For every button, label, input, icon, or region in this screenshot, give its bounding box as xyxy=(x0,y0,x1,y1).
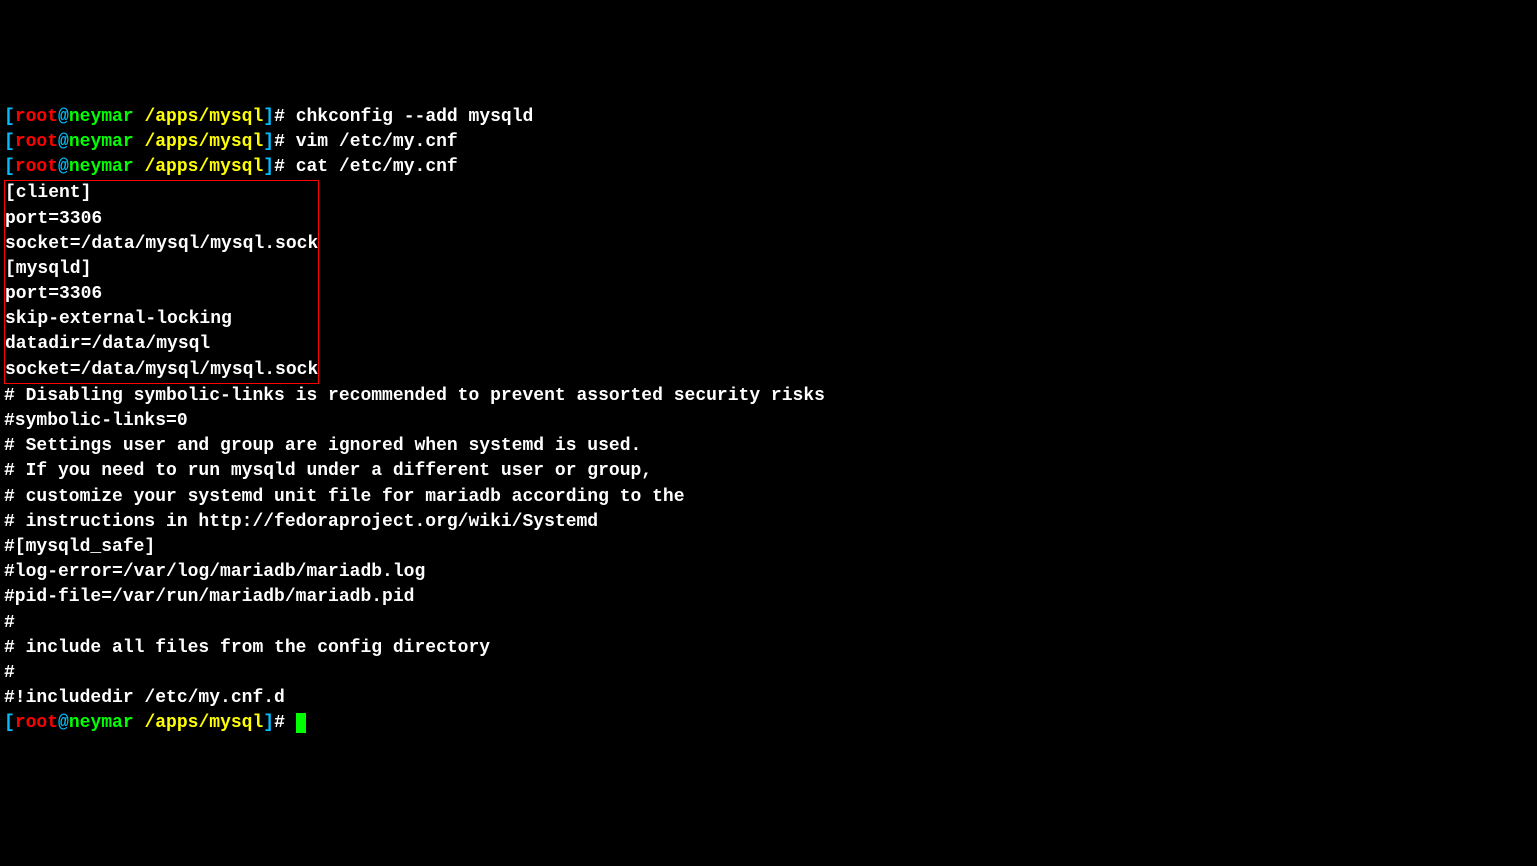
prompt-bracket-close: ] xyxy=(263,132,274,152)
prompt-hash: # xyxy=(274,157,296,177)
prompt-line-1: [root@neymar /apps/mysql]# chkconfig --a… xyxy=(4,105,1533,130)
terminal-window[interactable]: [root@neymar /apps/mysql]# chkconfig --a… xyxy=(4,105,1533,737)
output-line: #symbolic-links=0 xyxy=(4,409,1533,434)
output-line: # include all files from the config dire… xyxy=(4,636,1533,661)
prompt-path: /apps/mysql xyxy=(134,713,264,733)
prompt-bracket-open: [ xyxy=(4,713,15,733)
prompt-line-3: [root@neymar /apps/mysql]# cat /etc/my.c… xyxy=(4,155,1533,180)
command-3: cat /etc/my.cnf xyxy=(296,157,458,177)
config-line: [client] xyxy=(5,181,318,206)
prompt-hash: # xyxy=(274,713,296,733)
cursor-icon xyxy=(296,713,306,733)
prompt-bracket-close: ] xyxy=(263,713,274,733)
prompt-host: neymar xyxy=(69,713,134,733)
prompt-hash: # xyxy=(274,107,296,127)
command-1: chkconfig --add mysqld xyxy=(296,107,534,127)
output-line: #log-error=/var/log/mariadb/mariadb.log xyxy=(4,560,1533,585)
output-line: #[mysqld_safe] xyxy=(4,535,1533,560)
prompt-line-2: [root@neymar /apps/mysql]# vim /etc/my.c… xyxy=(4,130,1533,155)
prompt-path: /apps/mysql xyxy=(134,157,264,177)
output-line: # xyxy=(4,661,1533,686)
prompt-path: /apps/mysql xyxy=(134,132,264,152)
prompt-bracket-open: [ xyxy=(4,107,15,127)
output-line: # If you need to run mysqld under a diff… xyxy=(4,459,1533,484)
highlighted-config-block: [client]port=3306socket=/data/mysql/mysq… xyxy=(4,180,319,384)
prompt-host: neymar xyxy=(69,132,134,152)
prompt-bracket-open: [ xyxy=(4,157,15,177)
output-line: #pid-file=/var/run/mariadb/mariadb.pid xyxy=(4,585,1533,610)
output-line: # xyxy=(4,611,1533,636)
prompt-user: root xyxy=(15,132,58,152)
prompt-host: neymar xyxy=(69,157,134,177)
prompt-at: @ xyxy=(58,157,69,177)
config-line: port=3306 xyxy=(5,282,318,307)
output-line: # Disabling symbolic-links is recommende… xyxy=(4,384,1533,409)
config-line: datadir=/data/mysql xyxy=(5,332,318,357)
output-line: # instructions in http://fedoraproject.o… xyxy=(4,510,1533,535)
prompt-line-active[interactable]: [root@neymar /apps/mysql]# xyxy=(4,711,1533,736)
output-line: #!includedir /etc/my.cnf.d xyxy=(4,686,1533,711)
config-line: [mysqld] xyxy=(5,257,318,282)
prompt-host: neymar xyxy=(69,107,134,127)
prompt-bracket-close: ] xyxy=(263,157,274,177)
prompt-user: root xyxy=(15,713,58,733)
prompt-hash: # xyxy=(274,132,296,152)
prompt-path: /apps/mysql xyxy=(134,107,264,127)
config-line: socket=/data/mysql/mysql.sock xyxy=(5,232,318,257)
output-line: # Settings user and group are ignored wh… xyxy=(4,434,1533,459)
prompt-user: root xyxy=(15,107,58,127)
prompt-at: @ xyxy=(58,107,69,127)
prompt-at: @ xyxy=(58,132,69,152)
prompt-bracket-close: ] xyxy=(263,107,274,127)
config-line: skip-external-locking xyxy=(5,307,318,332)
prompt-bracket-open: [ xyxy=(4,132,15,152)
config-line: port=3306 xyxy=(5,207,318,232)
prompt-at: @ xyxy=(58,713,69,733)
output-line: # customize your systemd unit file for m… xyxy=(4,485,1533,510)
config-line: socket=/data/mysql/mysql.sock xyxy=(5,358,318,383)
prompt-user: root xyxy=(15,157,58,177)
command-2: vim /etc/my.cnf xyxy=(296,132,458,152)
